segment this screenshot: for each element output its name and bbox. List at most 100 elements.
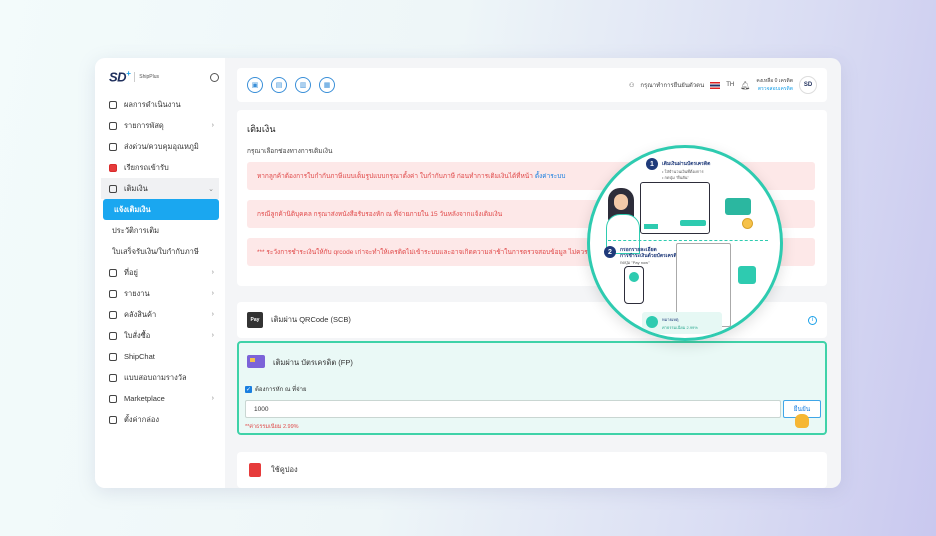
- sidebar: SD+ ShipPlus ผลการดำเนินงาน รายการพัสดุ ›…: [95, 58, 225, 488]
- coupon-label: ใช้คูปอง: [271, 465, 298, 474]
- sidebar-item-label: ShipChat: [124, 352, 155, 361]
- check-credit-link[interactable]: ตรวจสอบเครดิต: [758, 85, 793, 93]
- product-name: ShipPlus: [139, 74, 159, 80]
- sidebar-item-survey[interactable]: แบบสอบถามรางวัล: [101, 367, 219, 388]
- chevron-right-icon: ›: [211, 269, 214, 276]
- credit-card-payment-label: เติมผ่าน บัตรเครดิต (FP): [273, 358, 353, 367]
- parcel-shortcut-icon[interactable]: ▣: [247, 77, 263, 93]
- chat-icon: [109, 352, 117, 361]
- info-icon[interactable]: i: [808, 315, 817, 325]
- truck-shortcut-icon[interactable]: ▤: [271, 77, 287, 93]
- thermo-icon: [109, 142, 117, 151]
- sidebar-item-label: คลังสินค้า: [124, 309, 157, 319]
- chevron-right-icon: ›: [211, 332, 214, 339]
- top-bar-right: ⚇ กรุณาทำการยืนยันตัวตน TH 🔔︎ คงเหลือ 0 …: [629, 76, 817, 94]
- sidebar-item-label: เติมเงิน: [124, 183, 148, 193]
- withholding-checkbox-label: ต้องการหัก ณ ที่จ่าย: [255, 387, 307, 393]
- sidebar-item-pickup[interactable]: เรียกรถเข้ารับ: [101, 157, 219, 178]
- scb-pay-icon: Pay: [247, 312, 263, 328]
- sidebar-item-orders[interactable]: ใบสั่งซื้อ ›: [101, 325, 219, 346]
- truck-icon: [109, 163, 117, 172]
- receipt-icon: [646, 316, 658, 328]
- fee-note: **ค่าธรรมเนียม 2.99%: [245, 424, 299, 430]
- sidebar-item-topup[interactable]: เติมเงิน ⌄: [101, 178, 219, 199]
- brand-logo[interactable]: SD+: [109, 69, 131, 84]
- sidebar-item-express[interactable]: ส่งด่วน/ควบคุมอุณหภูมิ: [101, 136, 219, 157]
- chevron-right-icon: ›: [211, 122, 214, 129]
- sidebar-item-parcels[interactable]: รายการพัสดุ ›: [101, 115, 219, 136]
- sidebar-item-shipchat[interactable]: ShipChat: [101, 346, 219, 367]
- credit-value: 0: [774, 78, 778, 84]
- credit-line: คงเหลือ 0 เครดิต: [756, 78, 793, 84]
- language-switch[interactable]: TH: [726, 82, 734, 88]
- qr-payment-label: เติมผ่าน QRCode (SCB): [271, 315, 351, 324]
- step-1-badge: 1: [646, 158, 658, 170]
- coin-icon: [742, 218, 753, 229]
- verify-identity-link[interactable]: กรุณาทำการยืนยันตัวตน: [640, 80, 704, 90]
- sidebar-item-label: ตั้งค่ากล่อง: [124, 414, 160, 424]
- coupon-option[interactable]: ใช้คูปอง: [237, 452, 827, 488]
- credit-card-illustration: [725, 198, 751, 215]
- page-title: เติมเงิน: [247, 124, 276, 134]
- sidebar-item-label: ผลการดำเนินงาน: [124, 99, 181, 109]
- box-settings-icon: [109, 415, 117, 424]
- cart-icon: [109, 394, 117, 403]
- header-divider: [134, 72, 136, 82]
- user-icon: ⚇: [628, 82, 635, 89]
- sidebar-subitem-label: ใบเสร็จรับเงิน/ใบกำกับภาษี: [112, 246, 199, 256]
- credit-card-payment-option[interactable]: เติมผ่าน บัตรเครดิต (FP) ✓ ต้องการหัก ณ ท…: [237, 341, 827, 435]
- checkbox-checked-icon: ✓: [245, 385, 252, 393]
- top-bar: ▣ ▤ ▥ ▦ ⚇ กรุณาทำการยืนยันตัวตน TH 🔔︎ คง…: [237, 68, 827, 102]
- sidebar-item-warehouse[interactable]: คลังสินค้า ›: [101, 304, 219, 325]
- sidebar-item-box-settings[interactable]: ตั้งค่ากล่อง: [101, 409, 219, 430]
- withholding-checkbox[interactable]: ✓ ต้องการหัก ณ ที่จ่าย: [245, 384, 307, 394]
- warehouse-icon: [109, 310, 117, 319]
- document-shortcut-icon[interactable]: ▥: [295, 77, 311, 93]
- map-icon: [109, 268, 117, 277]
- chevron-right-icon: ›: [211, 395, 214, 402]
- lock-icon: [738, 266, 756, 284]
- sidebar-item-label: ที่อยู่: [124, 267, 138, 277]
- woman-face: [614, 194, 628, 210]
- sidebar-item-label: ส่งด่วน/ควบคุมอุณหภูมิ: [124, 141, 199, 151]
- sidebar-item-reports[interactable]: รายงาน ›: [101, 283, 219, 304]
- survey-icon: [109, 373, 117, 382]
- home-icon: [109, 100, 117, 109]
- step-divider: [608, 240, 768, 241]
- step-1-title: เติมเงินผ่านบัตรเครดิต: [662, 161, 711, 167]
- sidebar-subitem-label: ประวัติการเติม: [112, 225, 160, 235]
- laptop-field: [644, 224, 658, 229]
- wallet-icon: [109, 184, 117, 193]
- coupon-icon: [249, 463, 261, 477]
- clipboard-shortcut-icon[interactable]: ▦: [319, 77, 335, 93]
- bell-icon[interactable]: 🔔︎: [740, 81, 750, 90]
- sidebar-item-label: แบบสอบถามรางวัล: [124, 372, 187, 382]
- system-settings-link[interactable]: ตั้งค่าระบบ: [535, 171, 566, 181]
- step-2-sub: กดปุ่ม "Pay now": [620, 260, 650, 265]
- folder-icon: [109, 289, 117, 298]
- sidebar-item-label: ใบสั่งซื้อ: [124, 330, 151, 340]
- amount-input[interactable]: 1000: [245, 400, 781, 418]
- sidebar-item-marketplace[interactable]: Marketplace ›: [101, 388, 219, 409]
- sidebar-subitem-notify-topup[interactable]: แจ้งเติมเงิน: [103, 199, 219, 220]
- thai-flag-icon: [710, 81, 721, 89]
- sidebar-nav: ผลการดำเนินงาน รายการพัสดุ › ส่งด่วน/ควบค…: [101, 94, 219, 430]
- avatar[interactable]: SD: [799, 76, 817, 94]
- pointer-hand-icon: [795, 414, 809, 428]
- how-to-illustration: 1 เติมเงินผ่านบัตรเครดิต • ใส่จำนวนเงินท…: [587, 145, 783, 341]
- sidebar-item-address[interactable]: ที่อยู่ ›: [101, 262, 219, 283]
- chevron-down-icon: ⌄: [208, 185, 214, 193]
- credit-balance: คงเหลือ 0 เครดิต ตรวจสอบเครดิต: [756, 77, 793, 93]
- step-2-badge: 2: [604, 246, 616, 258]
- gear-icon[interactable]: [210, 72, 219, 82]
- sidebar-subitem-history[interactable]: ประวัติการเติม: [101, 220, 219, 241]
- sidebar-subitem-receipts[interactable]: ใบเสร็จรับเงิน/ใบกำกับภาษี: [101, 241, 219, 262]
- sidebar-item-label: เรียกรถเข้ารับ: [124, 162, 169, 172]
- credit-card-icon: [247, 355, 265, 368]
- step-1-sub-2: • กดปุ่ม "ยืนยัน": [662, 175, 689, 180]
- promo-title: หมายเหตุ: [662, 317, 679, 322]
- sidebar-item-label: Marketplace: [124, 394, 165, 403]
- check-icon: [629, 272, 639, 282]
- topup-hint: กรุณาเลือกช่องทางการเติมเงิน: [247, 148, 333, 155]
- sidebar-item-dashboard[interactable]: ผลการดำเนินงาน: [101, 94, 219, 115]
